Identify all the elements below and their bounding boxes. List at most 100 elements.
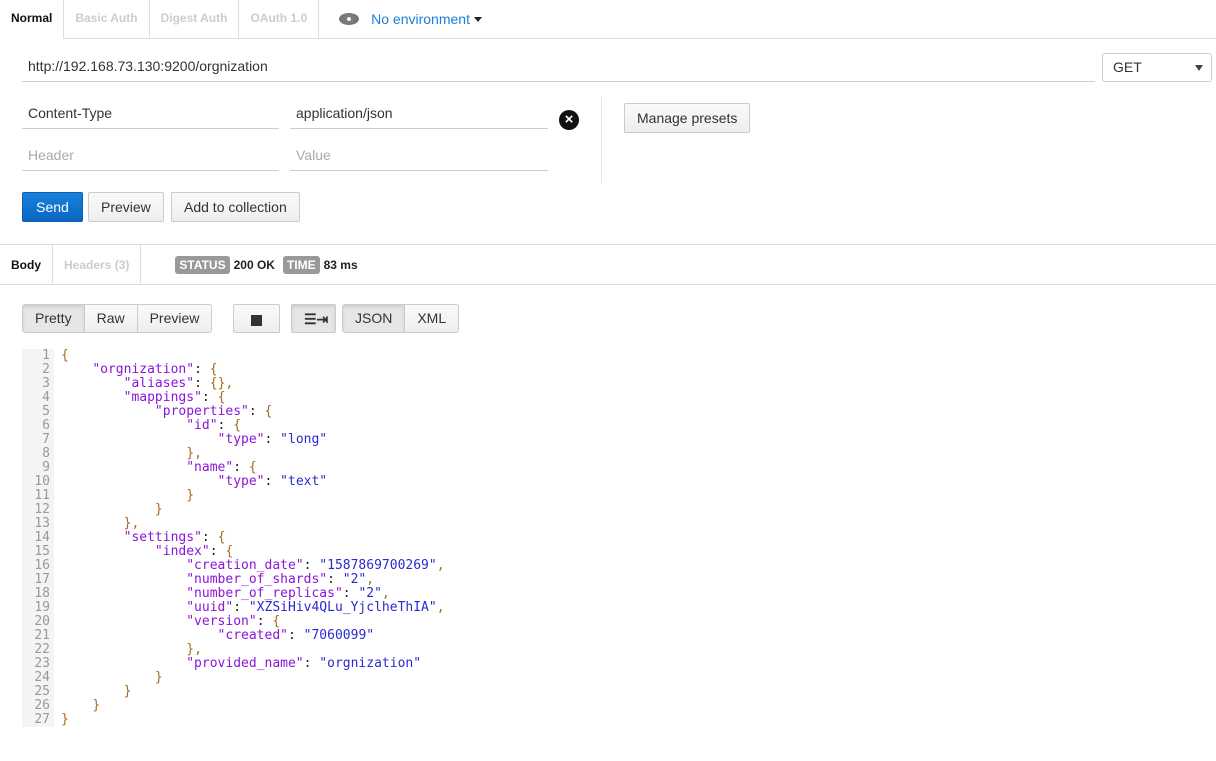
tab-body[interactable]: Body bbox=[0, 245, 52, 285]
line-number: 26 bbox=[22, 699, 54, 713]
line-number: 12 bbox=[22, 503, 54, 517]
code-text: }, bbox=[186, 642, 202, 657]
code-text: } bbox=[154, 502, 163, 517]
caret-down-icon bbox=[473, 16, 482, 22]
code-line: 5 "properties": { bbox=[22, 405, 1216, 419]
preview-button[interactable]: Preview bbox=[88, 192, 164, 222]
code-text: }, bbox=[186, 446, 202, 461]
code-line: 18 "number_of_replicas": "2", bbox=[22, 587, 1216, 601]
caret-down-icon bbox=[1195, 65, 1203, 71]
code-text: } bbox=[186, 488, 195, 503]
response-body[interactable]: 1{2 "orgnization": {3 "aliases": {}, 4 "m… bbox=[22, 349, 1216, 727]
divider bbox=[601, 97, 602, 183]
tab-headers[interactable]: Headers (3) bbox=[52, 244, 142, 285]
preview-view-button[interactable]: Preview bbox=[136, 304, 213, 333]
code-text: "provided_name": "orgnization" bbox=[186, 656, 422, 671]
line-number: 14 bbox=[22, 531, 54, 545]
code-text: "uuid": "XZSiHiv4QLu_YjclheThIA", bbox=[186, 600, 445, 615]
line-number: 24 bbox=[22, 671, 54, 685]
line-number: 7 bbox=[22, 433, 54, 447]
line-number: 2 bbox=[22, 363, 54, 377]
line-number: 22 bbox=[22, 643, 54, 657]
environment-selector[interactable]: No environment bbox=[319, 0, 482, 38]
line-number: 13 bbox=[22, 517, 54, 531]
xml-button[interactable]: XML bbox=[404, 304, 460, 333]
line-number: 15 bbox=[22, 545, 54, 559]
pretty-button[interactable]: Pretty bbox=[22, 304, 85, 333]
code-text: "aliases": {}, bbox=[123, 376, 234, 391]
header-value-input[interactable] bbox=[290, 97, 548, 129]
code-text: "version": { bbox=[186, 614, 281, 629]
manage-presets-button[interactable]: Manage presets bbox=[624, 103, 751, 133]
line-number: 19 bbox=[22, 601, 54, 615]
code-line: 25 } bbox=[22, 685, 1216, 699]
code-text: } bbox=[123, 684, 132, 699]
code-text: "orgnization": { bbox=[92, 362, 218, 377]
code-line: 19 "uuid": "XZSiHiv4QLu_YjclheThIA", bbox=[22, 601, 1216, 615]
code-text: "type": "text" bbox=[217, 474, 328, 489]
wrap-lines-button[interactable]: ☰⇥ bbox=[291, 304, 336, 333]
line-number: 16 bbox=[22, 559, 54, 573]
format-group: JSON XML bbox=[342, 304, 460, 333]
code-text: "creation_date": "1587869700269", bbox=[186, 558, 445, 573]
time-badge: TIME bbox=[282, 255, 320, 274]
code-line: 21 "created": "7060099" bbox=[22, 629, 1216, 643]
code-line: 14 "settings": { bbox=[22, 531, 1216, 545]
code-line: 16 "creation_date": "1587869700269", bbox=[22, 559, 1216, 573]
tab-basic-auth[interactable]: Basic Auth bbox=[63, 0, 148, 38]
code-line: 23 "provided_name": "orgnization" bbox=[22, 657, 1216, 671]
new-header-input[interactable] bbox=[22, 139, 279, 171]
code-text: "number_of_replicas": "2", bbox=[186, 586, 390, 601]
code-line: 22 }, bbox=[22, 643, 1216, 657]
code-text: "created": "7060099" bbox=[217, 628, 375, 643]
code-text: "type": "long" bbox=[217, 432, 328, 447]
line-number: 9 bbox=[22, 461, 54, 475]
line-number: 20 bbox=[22, 615, 54, 629]
fullscreen-icon bbox=[251, 314, 262, 326]
code-text: } bbox=[154, 670, 163, 685]
line-number: 11 bbox=[22, 489, 54, 503]
tab-digest-auth[interactable]: Digest Auth bbox=[148, 0, 239, 38]
line-number: 10 bbox=[22, 475, 54, 489]
line-number: 27 bbox=[22, 713, 54, 727]
send-button[interactable]: Send bbox=[22, 192, 83, 222]
code-text: "properties": { bbox=[154, 404, 273, 419]
url-input[interactable] bbox=[22, 50, 1095, 82]
new-value-input[interactable] bbox=[290, 139, 548, 171]
code-line: 26 } bbox=[22, 699, 1216, 713]
code-line: 3 "aliases": {}, bbox=[22, 377, 1216, 391]
line-number: 25 bbox=[22, 685, 54, 699]
code-text: "name": { bbox=[186, 460, 257, 475]
code-text: "index": { bbox=[154, 544, 234, 559]
code-line: 20 "version": { bbox=[22, 615, 1216, 629]
remove-header-icon[interactable]: × bbox=[559, 110, 579, 130]
raw-button[interactable]: Raw bbox=[83, 304, 138, 333]
code-text: "settings": { bbox=[123, 530, 226, 545]
tab-oauth[interactable]: OAuth 1.0 bbox=[238, 0, 320, 38]
wrap-lines-icon: ☰⇥ bbox=[304, 311, 329, 327]
environment-label: No environment bbox=[371, 11, 470, 27]
code-line: 13 }, bbox=[22, 517, 1216, 531]
tab-normal[interactable]: Normal bbox=[0, 0, 64, 39]
code-line: 4 "mappings": { bbox=[22, 391, 1216, 405]
code-line: 9 "name": { bbox=[22, 461, 1216, 475]
line-number: 18 bbox=[22, 587, 54, 601]
code-line: 24 } bbox=[22, 671, 1216, 685]
code-line: 15 "index": { bbox=[22, 545, 1216, 559]
code-line: 8 }, bbox=[22, 447, 1216, 461]
code-line: 2 "orgnization": { bbox=[22, 363, 1216, 377]
code-line: 12 } bbox=[22, 503, 1216, 517]
fullscreen-button[interactable] bbox=[233, 304, 280, 333]
line-number: 17 bbox=[22, 573, 54, 587]
code-line: 17 "number_of_shards": "2", bbox=[22, 573, 1216, 587]
method-select[interactable]: GET bbox=[1102, 53, 1212, 82]
code-text: "mappings": { bbox=[123, 390, 226, 405]
json-button[interactable]: JSON bbox=[342, 304, 406, 333]
line-number: 8 bbox=[22, 447, 54, 461]
code-text: }, bbox=[123, 516, 140, 531]
time-value: 83 ms bbox=[323, 257, 358, 272]
code-text: } bbox=[61, 712, 69, 727]
code-text: } bbox=[92, 698, 101, 713]
header-key-input[interactable] bbox=[22, 97, 279, 129]
add-to-collection-button[interactable]: Add to collection bbox=[171, 192, 300, 222]
